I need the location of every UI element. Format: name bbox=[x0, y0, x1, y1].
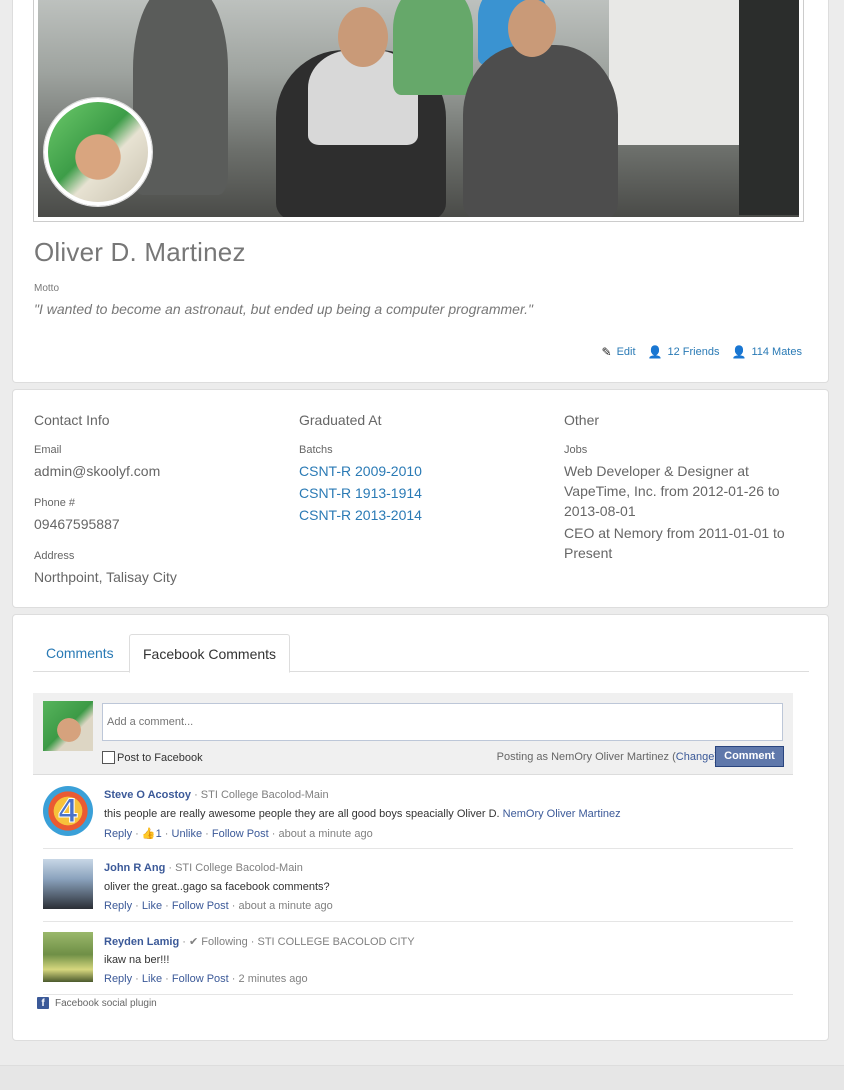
current-user-avatar bbox=[43, 701, 93, 751]
comment-tabs: Comments Facebook Comments bbox=[33, 634, 809, 673]
reply-link[interactable]: Reply bbox=[104, 973, 132, 985]
profile-actions: ✎ Edit 👤 12 Friends 👤 114 Mates bbox=[602, 345, 802, 359]
facebook-icon: f bbox=[37, 997, 49, 1009]
cover-photo bbox=[33, 0, 804, 222]
list-item: 4 Steve O Acostoy · STI College Bacolod-… bbox=[43, 776, 793, 849]
comment-body: oliver the great..gago sa facebook comme… bbox=[104, 881, 330, 893]
commenter-avatar[interactable] bbox=[43, 859, 93, 909]
user-icon: 👤 bbox=[731, 345, 747, 359]
checkbox[interactable] bbox=[102, 751, 115, 764]
commenter-name[interactable]: Steve O Acostoy bbox=[104, 789, 191, 801]
motto-label: Motto bbox=[34, 283, 60, 294]
comment-body: ikaw na ber!!! bbox=[104, 954, 170, 966]
profile-avatar[interactable] bbox=[44, 98, 152, 206]
thumbs-up-icon: 👍 bbox=[141, 828, 156, 840]
comment-header: Steve O Acostoy · STI College Bacolod-Ma… bbox=[104, 789, 329, 801]
comment-input[interactable] bbox=[102, 703, 783, 741]
graduated-title: Graduated At bbox=[299, 412, 382, 428]
info-card: Contact Info Email admin@skoolyf.com Pho… bbox=[12, 389, 829, 608]
follow-post-link[interactable]: Follow Post bbox=[172, 973, 229, 985]
comment-actions: Reply · Like · Follow Post · 2 minutes a… bbox=[104, 973, 308, 985]
address-label: Address bbox=[34, 550, 75, 562]
jobs-label: Jobs bbox=[564, 444, 588, 456]
like-count: 1 bbox=[155, 828, 162, 840]
comment-button[interactable]: Comment bbox=[715, 746, 784, 767]
tab-facebook-comments[interactable]: Facebook Comments bbox=[129, 634, 291, 673]
reply-link[interactable]: Reply bbox=[104, 828, 132, 840]
cover-photo-image bbox=[38, 0, 799, 217]
phone-value: 09467595887 bbox=[34, 516, 120, 532]
email-value: admin@skoolyf.com bbox=[34, 463, 161, 479]
motto-text: "I wanted to become an astronaut, but en… bbox=[34, 301, 533, 317]
comment-time: about a minute ago bbox=[278, 828, 373, 840]
comment-header: Reyden Lamig · ✔ Following · STI COLLEGE… bbox=[104, 936, 415, 948]
commenter-avatar[interactable] bbox=[43, 932, 93, 982]
comment-time: 2 minutes ago bbox=[238, 973, 308, 985]
comment-body: this people are really awesome people th… bbox=[104, 808, 621, 820]
unlike-link[interactable]: Unlike bbox=[172, 828, 203, 840]
change-account-link[interactable]: Change bbox=[676, 751, 715, 763]
page-footer bbox=[0, 1065, 844, 1090]
profile-card: Oliver D. Martinez Motto "I wanted to be… bbox=[12, 0, 829, 383]
mention-link[interactable]: NemOry Oliver Martinez bbox=[503, 808, 621, 820]
follow-post-link[interactable]: Follow Post bbox=[212, 828, 269, 840]
batch-link[interactable]: CSNT-R 1913-1914 bbox=[299, 485, 422, 501]
commenter-avatar[interactable]: 4 bbox=[43, 786, 93, 836]
batches-label: Batchs bbox=[299, 444, 333, 456]
pencil-icon: ✎ bbox=[601, 345, 612, 359]
phone-label: Phone # bbox=[34, 497, 75, 509]
mates-link[interactable]: 👤 114 Mates bbox=[731, 345, 802, 359]
user-icon: 👤 bbox=[647, 345, 663, 359]
job-entry: CEO at Nemory from 2011-01-01 to Present bbox=[564, 525, 785, 561]
job-entry: Web Developer & Designer at VapeTime, In… bbox=[564, 463, 780, 519]
other-title: Other bbox=[564, 412, 600, 428]
edit-profile-link[interactable]: ✎ Edit bbox=[602, 345, 636, 359]
comment-time: about a minute ago bbox=[238, 900, 333, 912]
batch-link[interactable]: CSNT-R 2009-2010 bbox=[299, 463, 422, 479]
comment-actions: Reply · 👍1 · Unlike · Follow Post · abou… bbox=[104, 828, 373, 840]
commenter-name[interactable]: Reyden Lamig bbox=[104, 936, 179, 948]
fb-compose-box: Post to Facebook Posting as NemOry Olive… bbox=[33, 693, 793, 775]
comment-header: John R Ang · STI College Bacolod-Main bbox=[104, 862, 303, 874]
reply-link[interactable]: Reply bbox=[104, 900, 132, 912]
address-value: Northpoint, Talisay City bbox=[34, 569, 177, 585]
follow-post-link[interactable]: Follow Post bbox=[172, 900, 229, 912]
like-link[interactable]: Like bbox=[142, 900, 162, 912]
posting-as-text: Posting as NemOry Oliver Martinez (Chang… bbox=[496, 751, 718, 763]
list-item: Reyden Lamig · ✔ Following · STI COLLEGE… bbox=[43, 922, 793, 995]
contact-info-title: Contact Info bbox=[34, 412, 110, 428]
like-link[interactable]: Like bbox=[142, 973, 162, 985]
list-item: John R Ang · STI College Bacolod-Main ol… bbox=[43, 849, 793, 922]
facebook-social-plugin[interactable]: f Facebook social plugin bbox=[37, 997, 157, 1009]
friends-link[interactable]: 👤 12 Friends bbox=[648, 345, 720, 359]
comments-card: Comments Facebook Comments Post to Faceb… bbox=[12, 614, 829, 1041]
batch-link[interactable]: CSNT-R 2013-2014 bbox=[299, 507, 422, 523]
comment-actions: Reply · Like · Follow Post · about a min… bbox=[104, 900, 333, 912]
tab-comments[interactable]: Comments bbox=[33, 634, 127, 672]
post-to-facebook-checkbox[interactable]: Post to Facebook bbox=[102, 751, 203, 764]
email-label: Email bbox=[34, 444, 62, 456]
commenter-name[interactable]: John R Ang bbox=[104, 862, 165, 874]
profile-name: Oliver D. Martinez bbox=[34, 237, 246, 267]
